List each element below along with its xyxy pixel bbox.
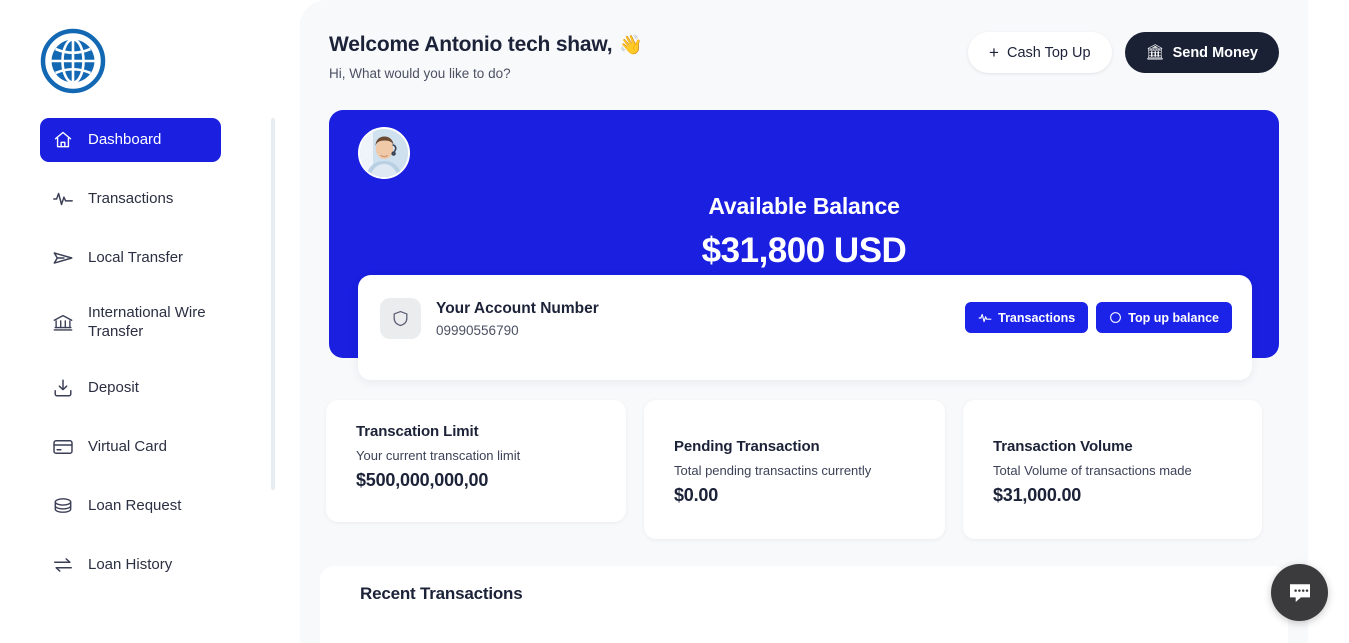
- user-avatar-headset: [360, 129, 408, 177]
- stat-subtitle: Total Volume of transactions made: [993, 463, 1192, 478]
- chat-bubble-icon: [1289, 583, 1310, 602]
- sidebar-item-label: Transactions: [88, 189, 174, 207]
- sidebar-item-virtual-card[interactable]: Virtual Card: [40, 425, 252, 469]
- sidebar-nav: Dashboard Transactions Local Transfer In…: [0, 118, 268, 602]
- top-up-balance-button[interactable]: Top up balance: [1096, 302, 1232, 333]
- account-number-value: 09990556790: [436, 322, 519, 338]
- activity-pulse-icon: [978, 311, 992, 325]
- wave-emoji-icon: 👋: [619, 35, 643, 56]
- sidebar-item-local-transfer[interactable]: Local Transfer: [40, 236, 252, 280]
- balance-amount: $31,800 USD: [701, 231, 907, 270]
- page-title: Welcome Antonio tech shaw, 👋: [329, 33, 643, 57]
- sidebar-item-loan-history[interactable]: Loan History: [40, 543, 252, 587]
- transactions-button-label: Transactions: [998, 310, 1076, 325]
- home-icon: [52, 129, 74, 151]
- sidebar-item-loan-request[interactable]: Loan Request: [40, 484, 252, 528]
- shield-icon: [380, 298, 421, 339]
- page-header: Welcome Antonio tech shaw, 👋 Hi, What wo…: [329, 33, 643, 81]
- stat-title: Transaction Volume: [993, 438, 1133, 455]
- globe-icon: [40, 28, 106, 94]
- paper-plane-icon: [52, 247, 74, 269]
- account-info: Your Account Number 09990556790: [380, 298, 599, 339]
- stat-card-pending-transaction: Pending Transaction Total pending transa…: [644, 400, 945, 539]
- credit-card-icon: [52, 436, 74, 458]
- sidebar: Dashboard Transactions Local Transfer In…: [0, 0, 300, 643]
- sidebar-item-label: Loan Request: [88, 496, 182, 514]
- plus-icon: +: [989, 43, 999, 62]
- sidebar-item-dashboard[interactable]: Dashboard: [40, 118, 221, 162]
- cash-top-up-button[interactable]: + Cash Top Up: [968, 32, 1112, 73]
- send-money-label: Send Money: [1172, 44, 1258, 61]
- stat-subtitle: Your current transcation limit: [356, 448, 521, 463]
- circle-icon: [1109, 311, 1122, 324]
- stat-cards: Transcation Limit Your current transcati…: [326, 400, 1281, 545]
- sidebar-item-label: Virtual Card: [88, 437, 167, 455]
- top-up-balance-label: Top up balance: [1128, 310, 1219, 325]
- sidebar-item-deposit[interactable]: Deposit: [40, 366, 252, 410]
- download-arrow-icon: [52, 377, 74, 399]
- dashboard-page: Dashboard Transactions Local Transfer In…: [0, 0, 1349, 643]
- sidebar-item-label: Loan History: [88, 555, 173, 573]
- sidebar-item-label: Local Transfer: [88, 248, 184, 266]
- cash-top-up-label: Cash Top Up: [1006, 44, 1091, 61]
- sidebar-item-label: Dashboard: [88, 130, 162, 148]
- bank-icon: 🏛: [1145, 44, 1165, 61]
- welcome-text: Welcome Antonio tech shaw,: [329, 33, 613, 56]
- recent-transactions-panel: Recent Transactions: [320, 566, 1288, 643]
- account-number-card: Your Account Number 09990556790 Transact…: [358, 275, 1252, 380]
- bank-icon: [52, 312, 74, 334]
- activity-pulse-icon: [52, 188, 74, 210]
- send-money-button[interactable]: 🏛 Send Money: [1124, 32, 1279, 73]
- recent-transactions-title: Recent Transactions: [360, 584, 523, 603]
- header-actions: + Cash Top Up 🏛 Send Money: [968, 32, 1279, 73]
- account-actions: Transactions Top up balance: [965, 302, 1232, 333]
- stat-card-transaction-volume: Transaction Volume Total Volume of trans…: [963, 400, 1262, 539]
- page-subtitle: Hi, What would you like to do?: [329, 66, 511, 81]
- main-content: Welcome Antonio tech shaw, 👋 Hi, What wo…: [300, 0, 1308, 643]
- exchange-arrows-icon: [52, 554, 74, 576]
- chat-launcher-button[interactable]: [1271, 564, 1328, 621]
- coins-icon: [52, 495, 74, 517]
- stat-title: Transcation Limit: [356, 423, 479, 440]
- stat-value: $0.00: [674, 485, 719, 505]
- sidebar-item-label: International Wire Transfer: [88, 304, 206, 340]
- sidebar-item-international-wire-transfer[interactable]: International Wire Transfer: [40, 295, 252, 351]
- stat-title: Pending Transaction: [674, 438, 820, 455]
- stat-value: $500,000,000,00: [356, 470, 489, 490]
- sidebar-item-label: Deposit: [88, 378, 139, 396]
- app-logo[interactable]: [40, 28, 106, 94]
- stat-subtitle: Total pending transactins currently: [674, 463, 872, 478]
- transactions-button[interactable]: Transactions: [965, 302, 1089, 333]
- stat-value: $31,000.00: [993, 485, 1082, 505]
- sidebar-scrollbar[interactable]: [271, 118, 275, 490]
- stat-card-transaction-limit: Transcation Limit Your current transcati…: [326, 400, 626, 522]
- sidebar-item-transactions[interactable]: Transactions: [40, 177, 252, 221]
- balance-label: Available Balance: [708, 193, 900, 219]
- account-number-label: Your Account Number: [436, 299, 599, 317]
- avatar[interactable]: [358, 127, 410, 179]
